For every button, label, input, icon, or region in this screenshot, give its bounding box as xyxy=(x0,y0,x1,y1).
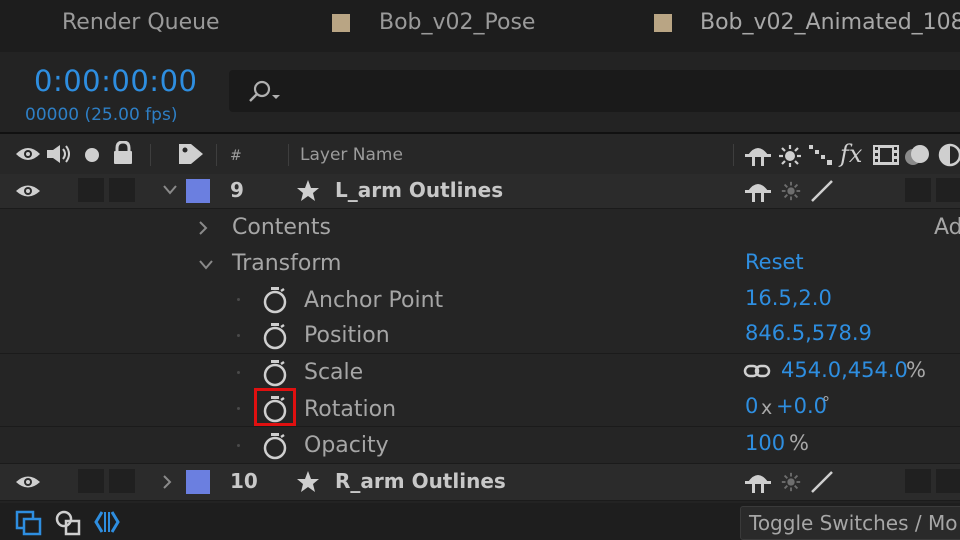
keyframe-nav-dot xyxy=(237,407,240,410)
chevron-down-icon[interactable] xyxy=(198,259,214,271)
constrain-proportions-link-icon[interactable] xyxy=(743,363,771,379)
transform-label: Transform xyxy=(232,251,342,276)
rotation-degrees-value[interactable]: +0.0 xyxy=(776,394,827,418)
tab-bar: Render Queue Bob_v02_Pose Bob_v02_Animat… xyxy=(0,0,960,52)
lock-switch[interactable] xyxy=(109,178,135,202)
comp-color-swatch xyxy=(332,14,350,32)
fx-icon[interactable]: fx xyxy=(840,140,862,168)
quality-icon[interactable] xyxy=(808,143,836,167)
adjustment-switch[interactable] xyxy=(936,469,960,493)
frame-rate-info: 00000 (25.00 fps) xyxy=(25,105,178,125)
reset-link[interactable]: Reset xyxy=(745,250,804,274)
layer-name-header[interactable]: Layer Name xyxy=(300,145,403,165)
eye-icon[interactable] xyxy=(15,145,41,163)
solo-switch[interactable] xyxy=(78,469,104,493)
quality-switch-icon[interactable] xyxy=(809,470,835,494)
timeline-header: 0:00:00:00 00000 (25.00 fps) xyxy=(0,52,960,132)
transform-group-row[interactable]: Transform Reset xyxy=(0,245,960,282)
position-value[interactable]: 846.5,578.9 xyxy=(745,321,872,345)
keyframe-nav-dot xyxy=(237,298,240,301)
rotation-turns-value[interactable]: 0 xyxy=(745,394,758,418)
quality-switch-icon[interactable] xyxy=(809,179,835,203)
label-tag-icon[interactable] xyxy=(177,142,205,166)
keyframe-nav-dot xyxy=(237,334,240,337)
tab-bob-pose[interactable]: Bob_v02_Pose xyxy=(379,10,535,35)
layer-label-color[interactable] xyxy=(186,470,210,494)
opacity-label: Opacity xyxy=(304,433,389,458)
lock-icon[interactable] xyxy=(112,141,134,165)
search-icon[interactable] xyxy=(246,79,286,105)
current-time-display[interactable]: 0:00:00:00 xyxy=(34,64,197,98)
layer-row[interactable]: 10 R_arm Outlines xyxy=(0,464,960,501)
chevron-down-icon[interactable] xyxy=(162,184,178,196)
rotation-turns-unit: x xyxy=(761,397,773,419)
solo-icon[interactable] xyxy=(84,147,100,163)
keyframe-nav-dot xyxy=(237,371,240,374)
stopwatch-icon[interactable] xyxy=(262,359,288,387)
rotation-label: Rotation xyxy=(304,397,397,422)
position-row[interactable]: Position 846.5,578.9 xyxy=(0,317,960,354)
stopwatch-icon[interactable] xyxy=(262,432,288,460)
contents-group-row[interactable]: Contents Ad xyxy=(0,209,960,246)
anchor-point-label: Anchor Point xyxy=(304,288,444,313)
stopwatch-icon[interactable] xyxy=(262,286,288,314)
opacity-value[interactable]: 100 xyxy=(745,431,785,455)
speaker-icon[interactable] xyxy=(45,143,73,165)
position-label: Position xyxy=(304,323,390,348)
highlight-box xyxy=(254,388,296,426)
visibility-eye-icon[interactable] xyxy=(15,474,41,490)
scale-unit: % xyxy=(906,358,926,382)
anchor-point-row[interactable]: Anchor Point 16.5,2.0 xyxy=(0,281,960,318)
layer-number: 9 xyxy=(230,178,244,202)
contents-label: Contents xyxy=(232,215,331,240)
solo-switch[interactable] xyxy=(78,178,104,202)
search-input[interactable] xyxy=(229,70,960,112)
layer-name[interactable]: L_arm Outlines xyxy=(335,178,503,202)
keyframe-nav-dot xyxy=(237,444,240,447)
chevron-right-icon[interactable] xyxy=(197,220,209,236)
opacity-unit: % xyxy=(789,431,809,455)
opacity-row[interactable]: Opacity 100 % xyxy=(0,427,960,464)
tab-bob-animated[interactable]: Bob_v02_Animated_108 xyxy=(700,10,960,35)
collapse-sun-icon[interactable] xyxy=(778,144,802,168)
anchor-point-value[interactable]: 16.5,2.0 xyxy=(745,286,832,310)
rotation-row[interactable]: Rotation 0 x +0.0 ° xyxy=(0,388,960,427)
lock-switch[interactable] xyxy=(109,469,135,493)
scale-row[interactable]: Scale 454.0,454.0 % xyxy=(0,354,960,391)
layer-name[interactable]: R_arm Outlines xyxy=(335,469,506,493)
timeline-footer: Toggle Switches / Mo xyxy=(0,503,960,540)
motion-blur-icon[interactable] xyxy=(903,142,933,168)
adjustment-layer-icon[interactable] xyxy=(938,143,960,167)
collapse-switch-icon[interactable] xyxy=(780,180,802,202)
motion-blur-switch[interactable] xyxy=(905,469,931,493)
star-icon xyxy=(296,179,320,203)
tab-render-queue[interactable]: Render Queue xyxy=(62,10,220,35)
shy-icon[interactable] xyxy=(744,143,772,167)
stopwatch-icon[interactable] xyxy=(262,322,288,350)
star-icon xyxy=(296,470,320,494)
frame-blend-icon[interactable] xyxy=(872,143,900,167)
layer-switches-pane-icon[interactable] xyxy=(15,510,43,536)
layer-number: 10 xyxy=(230,469,258,493)
layer-row[interactable]: 9 L_arm Outlines xyxy=(0,174,960,209)
shy-switch-icon[interactable] xyxy=(744,470,772,494)
comp-color-swatch xyxy=(654,14,672,32)
add-menu-label[interactable]: Ad xyxy=(934,215,960,240)
scale-value[interactable]: 454.0,454.0 xyxy=(781,358,908,382)
in-out-pane-icon[interactable] xyxy=(93,509,121,535)
shy-switch-icon[interactable] xyxy=(744,179,772,203)
transfer-controls-pane-icon[interactable] xyxy=(54,509,82,537)
collapse-switch-icon[interactable] xyxy=(780,471,802,493)
layer-number-header: # xyxy=(230,148,242,164)
column-header: # Layer Name fx xyxy=(0,132,960,178)
adjustment-switch[interactable] xyxy=(936,178,960,202)
layer-label-color[interactable] xyxy=(186,179,210,203)
scale-label: Scale xyxy=(304,360,364,385)
rotation-degrees-unit: ° xyxy=(822,393,830,412)
toggle-switches-modes-button[interactable]: Toggle Switches / Mo xyxy=(740,506,960,540)
motion-blur-switch[interactable] xyxy=(905,178,931,202)
chevron-right-icon[interactable] xyxy=(161,474,173,490)
visibility-eye-icon[interactable] xyxy=(15,183,41,199)
